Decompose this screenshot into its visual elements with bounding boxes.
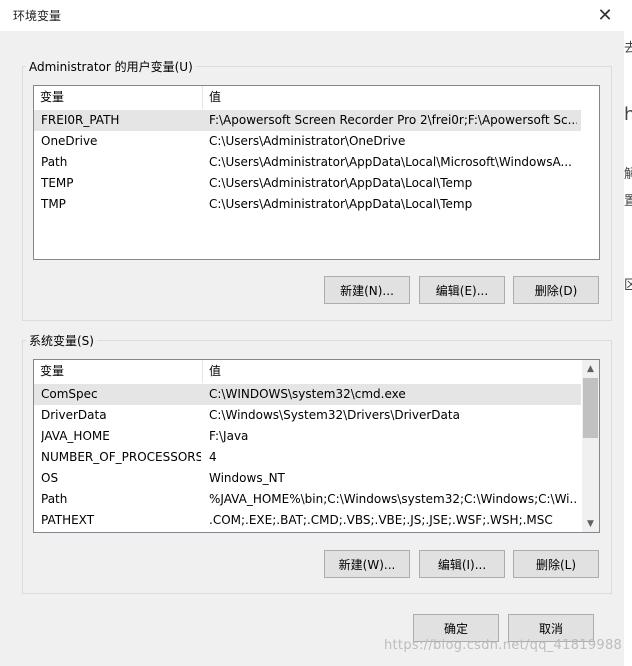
- variable-value-cell: F:\Java: [209, 429, 249, 443]
- variable-name-cell: Path: [41, 155, 68, 169]
- table-row[interactable]: OS Windows_NT: [34, 468, 581, 489]
- table-row[interactable]: TMP C:\Users\Administrator\AppData\Local\…: [34, 194, 581, 215]
- user-delete-button[interactable]: 删除(D): [513, 276, 599, 304]
- environment-variables-dialog: 环境变量 ✕ Administrator 的用户变量(U) 变量 值 FREI0…: [0, 0, 625, 666]
- variable-name-cell: PATHEXT: [41, 513, 95, 527]
- table-row[interactable]: Path %JAVA_HOME%\bin;C:\Windows\system32;…: [34, 489, 581, 510]
- background-text: 解: [624, 167, 632, 182]
- table-row[interactable]: JAVA_HOME F:\Java: [34, 426, 581, 447]
- variable-name-cell: Path: [41, 492, 68, 506]
- dialog-title: 环境变量: [13, 9, 62, 23]
- column-header-value[interactable]: 值: [203, 86, 599, 109]
- table-row[interactable]: ComSpec C:\WINDOWS\system32\cmd.exe: [34, 384, 581, 405]
- variable-value-cell: F:\Apowersoft Screen Recorder Pro 2\frei…: [209, 113, 577, 127]
- background-window: 去 h 解 置 区: [624, 0, 632, 666]
- list-header: 变量 值: [34, 360, 599, 383]
- background-text: 置: [624, 194, 632, 209]
- table-row[interactable]: Path C:\Users\Administrator\AppData\Local…: [34, 152, 581, 173]
- variable-value-cell: Windows_NT: [209, 471, 285, 485]
- user-variables-list[interactable]: 变量 值 FREI0R_PATH F:\Apowersoft Screen Rec…: [33, 85, 600, 260]
- table-row[interactable]: NUMBER_OF_PROCESSORS 4: [34, 447, 581, 468]
- background-text: 区: [624, 278, 632, 293]
- variable-value-cell: C:\Users\Administrator\AppData\Local\Mic…: [209, 155, 572, 169]
- user-new-button[interactable]: 新建(N)...: [324, 276, 410, 304]
- user-variables-label: Administrator 的用户变量(U): [26, 58, 196, 75]
- variable-value-cell: 4: [209, 450, 217, 464]
- vertical-scrollbar[interactable]: ▲ ▼: [582, 360, 599, 532]
- system-edit-button[interactable]: 编辑(I)...: [419, 550, 505, 578]
- scroll-down-icon[interactable]: ▼: [582, 515, 599, 532]
- background-text: 去: [624, 41, 632, 56]
- scrollbar-thumb[interactable]: [583, 378, 598, 438]
- variable-name-cell: TMP: [41, 197, 66, 211]
- table-row[interactable]: TEMP C:\Users\Administrator\AppData\Local…: [34, 173, 581, 194]
- variable-name-cell: ComSpec: [41, 387, 98, 401]
- variable-name-cell: OneDrive: [41, 134, 98, 148]
- column-header-variable[interactable]: 变量: [34, 360, 202, 383]
- variable-value-cell: C:\Users\Administrator\OneDrive: [209, 134, 406, 148]
- system-variables-label: 系统变量(S): [26, 332, 97, 349]
- system-new-button[interactable]: 新建(W)...: [324, 550, 410, 578]
- system-variables-list[interactable]: 变量 值 ComSpec C:\WINDOWS\system32\cmd.exe D…: [33, 359, 600, 533]
- table-row[interactable]: OneDrive C:\Users\Administrator\OneDrive: [34, 131, 581, 152]
- user-edit-button[interactable]: 编辑(E)...: [419, 276, 505, 304]
- column-header-variable[interactable]: 变量: [34, 86, 202, 109]
- variable-value-cell: %JAVA_HOME%\bin;C:\Windows\system32;C:\W…: [209, 492, 577, 506]
- variable-value-cell: C:\Users\Administrator\AppData\Local\Tem…: [209, 197, 473, 211]
- table-row[interactable]: PATHEXT .COM;.EXE;.BAT;.CMD;.VBS;.VBE;.JS…: [34, 510, 581, 531]
- table-row[interactable]: FREI0R_PATH F:\Apowersoft Screen Recorder…: [34, 110, 581, 131]
- list-header: 变量 值: [34, 86, 599, 109]
- variable-name-cell: DriverData: [41, 408, 107, 422]
- variable-name-cell: JAVA_HOME: [41, 429, 110, 443]
- close-icon[interactable]: ✕: [594, 5, 616, 27]
- column-header-value[interactable]: 值: [203, 360, 581, 383]
- variable-value-cell: C:\Users\Administrator\AppData\Local\Tem…: [209, 176, 473, 190]
- variable-name-cell: OS: [41, 471, 59, 485]
- variable-value-cell: C:\Windows\System32\Drivers\DriverData: [209, 408, 460, 422]
- variable-name-cell: NUMBER_OF_PROCESSORS: [41, 450, 201, 464]
- title-bar[interactable]: 环境变量 ✕: [0, 0, 624, 31]
- variable-name-cell: TEMP: [41, 176, 74, 190]
- variable-name-cell: FREI0R_PATH: [41, 113, 120, 127]
- scroll-up-icon[interactable]: ▲: [582, 360, 599, 377]
- table-row[interactable]: DriverData C:\Windows\System32\Drivers\Dr…: [34, 405, 581, 426]
- background-text: h: [624, 104, 632, 125]
- variable-value-cell: C:\WINDOWS\system32\cmd.exe: [209, 387, 406, 401]
- system-delete-button[interactable]: 删除(L): [513, 550, 599, 578]
- watermark-text: https://blog.csdn.net/qq_41819988: [384, 638, 623, 653]
- variable-value-cell: .COM;.EXE;.BAT;.CMD;.VBS;.VBE;.JS;.JSE;.…: [209, 513, 553, 527]
